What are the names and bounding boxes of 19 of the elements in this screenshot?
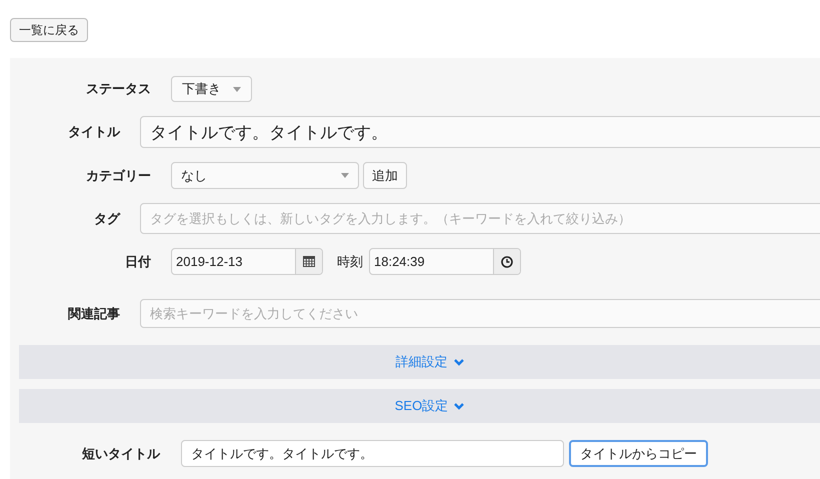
time-field[interactable]: 18:24:39 [369,248,521,275]
title-field[interactable]: タイトルです。タイトルです。 [140,116,820,148]
field-label: ステータス [85,80,151,98]
copy-button[interactable]: タイトルからコピー [569,440,708,467]
add-button[interactable]: 追加 [363,162,407,189]
date-field[interactable]: 2019-12-13 [171,248,323,275]
category-dropdown[interactable]: なし [171,162,359,189]
field-label: 短いタイトル [81,444,160,463]
short-title-field[interactable]: タイトルです。タイトルです。 [181,440,564,467]
tag-field[interactable]: タグを選択もしくは、新しいタグを入力します。（キーワードを入れて絞り込み） [140,203,820,234]
field-label: タイトル [67,123,120,142]
field-label: 日付 [124,252,151,271]
field-label: タグ [93,210,120,228]
back-button[interactable]: 一覧に戻る [10,18,88,42]
field-label: カテゴリー [85,166,151,185]
time-label: 時刻 [337,252,363,271]
status-dropdown[interactable]: 下書き [171,76,252,102]
search-field[interactable]: 検索キーワードを入力してください [140,299,820,328]
field-label: 関連記事 [67,304,120,323]
